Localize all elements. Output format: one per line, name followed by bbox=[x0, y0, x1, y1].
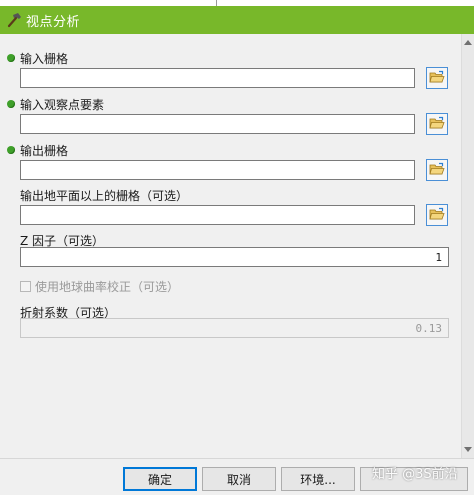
environments-button[interactable]: 环境... bbox=[281, 467, 355, 491]
scroll-down-icon[interactable] bbox=[464, 447, 472, 452]
open-folder-icon bbox=[429, 207, 445, 224]
open-folder-icon bbox=[429, 162, 445, 179]
earth-curvature-label: 使用地球曲率校正（可选） bbox=[35, 280, 180, 294]
dialog-footer: 确定 取消 环境... bbox=[0, 458, 474, 495]
input-raster-label: 输入栅格 bbox=[20, 52, 69, 66]
required-dot-icon bbox=[7, 146, 15, 154]
earth-curvature-option: 使用地球曲率校正（可选） bbox=[20, 278, 179, 295]
open-folder-icon bbox=[429, 70, 445, 87]
show-help-button[interactable] bbox=[360, 467, 468, 491]
scroll-up-icon[interactable] bbox=[464, 40, 472, 45]
observer-features-browse-button[interactable] bbox=[426, 113, 448, 135]
output-agl-raster-field[interactable] bbox=[20, 205, 415, 225]
title-bar: 视点分析 bbox=[0, 6, 474, 34]
cancel-button[interactable]: 取消 bbox=[202, 467, 276, 491]
z-factor-field[interactable] bbox=[20, 247, 449, 267]
output-agl-raster-browse-button[interactable] bbox=[426, 204, 448, 226]
refraction-field[interactable] bbox=[20, 318, 449, 338]
required-dot-icon bbox=[7, 100, 15, 108]
earth-curvature-checkbox[interactable] bbox=[20, 281, 31, 292]
vertical-scrollbar[interactable] bbox=[461, 34, 474, 458]
required-dot-icon bbox=[7, 54, 15, 62]
hammer-icon bbox=[6, 12, 22, 28]
output-raster-label: 输出栅格 bbox=[20, 144, 69, 158]
output-raster-field[interactable] bbox=[20, 160, 415, 180]
output-raster-browse-button[interactable] bbox=[426, 159, 448, 181]
input-raster-browse-button[interactable] bbox=[426, 67, 448, 89]
observer-features-field[interactable] bbox=[20, 114, 415, 134]
observer-features-label: 输入观察点要素 bbox=[20, 98, 105, 112]
open-folder-icon bbox=[429, 116, 445, 133]
window-title: 视点分析 bbox=[26, 14, 81, 30]
output-agl-raster-label: 输出地平面以上的栅格（可选） bbox=[20, 189, 189, 203]
ok-button[interactable]: 确定 bbox=[123, 467, 197, 491]
input-raster-field[interactable] bbox=[20, 68, 415, 88]
